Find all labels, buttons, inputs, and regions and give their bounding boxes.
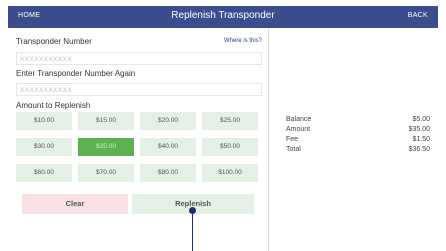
amount-option-button[interactable]: $10.00: [16, 112, 72, 130]
replenish-form: Transponder Number Where is this? XXXXXX…: [8, 28, 269, 251]
transponder-number-label: Transponder Number: [16, 37, 92, 46]
amount-option-button[interactable]: $40.00: [140, 138, 196, 156]
transponder-number-input[interactable]: XXXXXXXXXXX: [16, 52, 262, 65]
summary-panel: Balance $5.00 Amount $35.00 Fee $1.50 To…: [286, 116, 430, 156]
callout-dot: [189, 207, 196, 214]
summary-row-amount: Amount $35.00: [286, 126, 430, 136]
amount-grid: $10.00 $15.00 $20.00 $25.00 $30.00 $35.00 $40.…: [16, 112, 264, 184]
confirm-transponder-input[interactable]: XXXXXXXXXXX: [16, 83, 262, 96]
amount-option-button[interactable]: $60.00: [16, 164, 72, 182]
page-title: Replenish Transponder: [171, 10, 275, 21]
summary-label: Balance: [286, 116, 312, 123]
amount-option-button[interactable]: $15.00: [78, 112, 134, 130]
summary-row-fee: Fee $1.50: [286, 136, 430, 146]
summary-row-balance: Balance $5.00: [286, 116, 430, 126]
summary-label: Total: [286, 146, 301, 153]
summary-label: Fee: [286, 136, 299, 143]
header-bar: HOME Replenish Transponder BACK: [8, 6, 438, 28]
back-button[interactable]: BACK: [408, 12, 428, 19]
amount-option-button[interactable]: $25.00: [202, 112, 258, 130]
summary-label: Amount: [286, 126, 311, 133]
summary-value: $5.00: [412, 116, 430, 123]
amount-to-replenish-label: Amount to Replenish: [16, 101, 91, 110]
main-content: Transponder Number Where is this? XXXXXX…: [8, 28, 438, 251]
summary-value: $36.50: [408, 146, 430, 153]
amount-option-button[interactable]: $35.00: [78, 138, 134, 156]
app-frame: HOME Replenish Transponder BACK Transpon…: [0, 0, 446, 251]
where-is-this-link[interactable]: Where is this?: [224, 38, 262, 44]
summary-value: $35.00: [408, 126, 430, 133]
summary-value: $1.50: [412, 136, 430, 143]
clear-button[interactable]: Clear: [22, 194, 128, 214]
amount-option-button[interactable]: $80.00: [140, 164, 196, 182]
confirm-transponder-label: Enter Transponder Number Again: [16, 69, 136, 78]
amount-option-button[interactable]: $100.00: [202, 164, 258, 182]
amount-option-button[interactable]: $50.00: [202, 138, 258, 156]
amount-option-button[interactable]: $30.00: [16, 138, 72, 156]
callout-line: [192, 210, 193, 251]
summary-row-total: Total $36.50: [286, 146, 430, 156]
amount-option-button[interactable]: $70.00: [78, 164, 134, 182]
amount-option-button[interactable]: $20.00: [140, 112, 196, 130]
